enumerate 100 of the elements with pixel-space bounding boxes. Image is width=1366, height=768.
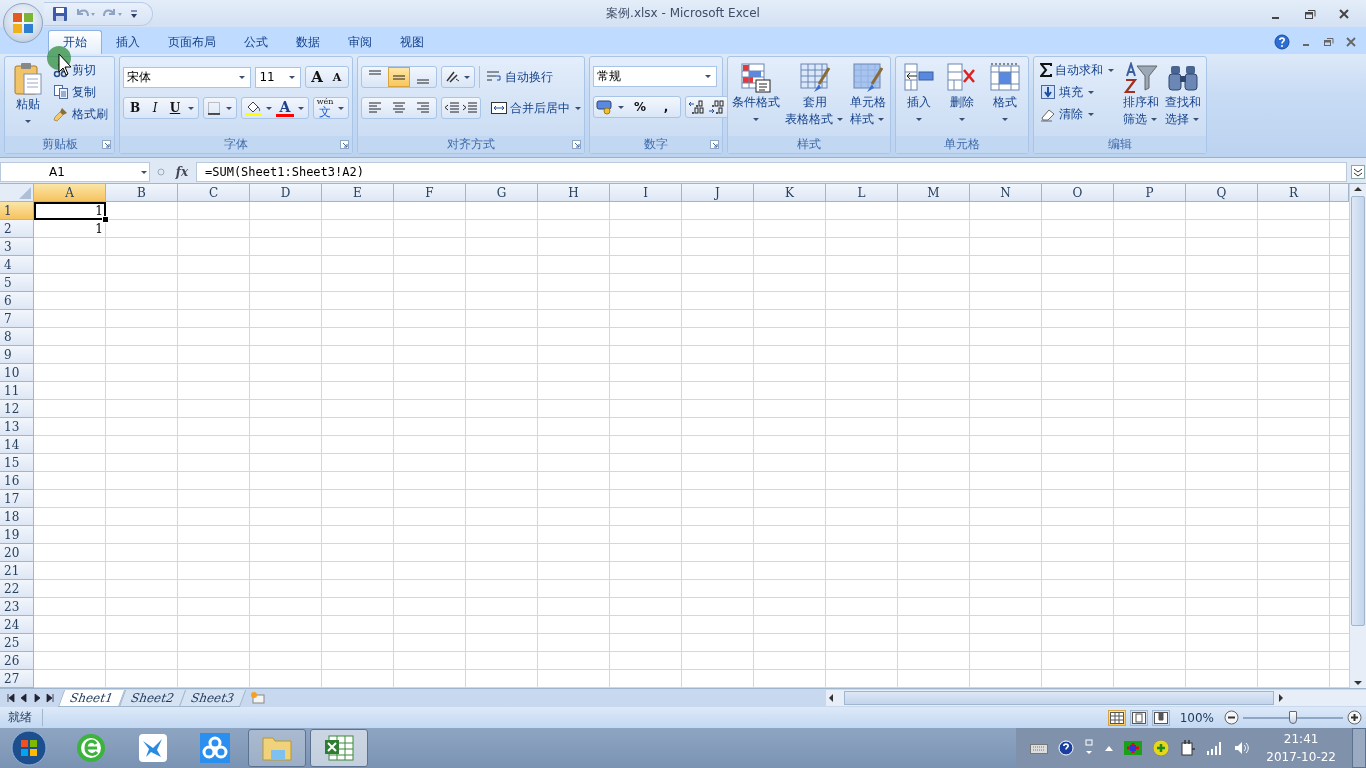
dialog-launcher-icon[interactable] (102, 140, 111, 149)
ribbon-large-button[interactable]: 排序和 筛选 (1122, 60, 1160, 130)
row-header[interactable]: 15 (0, 454, 34, 472)
row-header[interactable]: 14 (0, 436, 34, 454)
row-header[interactable]: 20 (0, 544, 34, 562)
scrollbar-thumb[interactable] (1351, 196, 1365, 626)
column-header[interactable]: H (538, 184, 610, 202)
speaker-icon[interactable] (1234, 740, 1251, 756)
row-header[interactable]: 5 (0, 274, 34, 292)
keyboard-icon[interactable] (1030, 742, 1049, 754)
ribbon-tab[interactable]: 页面布局 (154, 30, 230, 54)
restore-icon[interactable] (1304, 7, 1316, 20)
decrease-decimal-icon[interactable] (708, 99, 726, 115)
ribbon-small-button[interactable]: 复制 (51, 82, 110, 102)
fill-color-icon[interactable] (244, 99, 262, 117)
ribbon-small-button[interactable]: 填充 (1038, 82, 1118, 102)
column-header[interactable]: M (898, 184, 970, 202)
office-button[interactable] (3, 3, 43, 43)
column-header[interactable]: O (1042, 184, 1114, 202)
row-header[interactable]: 23 (0, 598, 34, 616)
ribbon-large-button[interactable]: 套用 表格格式 (784, 60, 846, 130)
horizontal-scrollbar[interactable] (826, 690, 1366, 706)
column-header[interactable]: I (610, 184, 682, 202)
bold-button[interactable]: B (126, 98, 144, 118)
ribbon-large-button[interactable]: 查找和 选择 (1164, 60, 1202, 130)
close-icon[interactable] (1346, 37, 1356, 47)
window-switch-icon[interactable] (1084, 739, 1095, 757)
ribbon-tab[interactable]: 公式 (230, 30, 282, 54)
active-cell[interactable]: 1 (34, 202, 106, 220)
ribbon-large-button[interactable]: 条件格式 (731, 60, 782, 130)
row-header[interactable]: 3 (0, 238, 34, 256)
ribbon-large-button[interactable]: 删除 (944, 60, 980, 130)
wrap-text-button[interactable]: 自动换行 (484, 67, 555, 87)
paste-button[interactable]: 粘贴 (9, 60, 47, 132)
number-format-dropdown[interactable]: 常规 (593, 66, 717, 87)
number-style-button[interactable]: , (654, 97, 678, 117)
ribbon-tab[interactable]: 数据 (282, 30, 334, 54)
ribbon-tab[interactable]: 审阅 (334, 30, 386, 54)
merge-center-button[interactable]: 合并后居中 (489, 98, 585, 118)
page-layout-view-button[interactable] (1129, 709, 1148, 726)
column-header[interactable]: J (682, 184, 754, 202)
formula-field[interactable]: =SUM(Sheet1:Sheet3!A2) (196, 162, 1347, 182)
vertical-scrollbar[interactable] (1349, 184, 1366, 688)
row-header[interactable]: 6 (0, 292, 34, 310)
font-size-dropdown[interactable]: 11 (255, 66, 301, 88)
row-header[interactable]: 8 (0, 328, 34, 346)
increase-decimal-icon[interactable] (688, 99, 706, 115)
row-header[interactable]: 24 (0, 616, 34, 634)
sheet-tab[interactable]: Sheet1 (57, 689, 125, 707)
column-header[interactable]: L (826, 184, 898, 202)
help-icon[interactable] (1274, 34, 1290, 50)
show-hidden-icons-icon[interactable] (1104, 744, 1115, 752)
decrease-indent-icon[interactable] (444, 101, 460, 115)
ribbon-large-button[interactable]: 插入 (901, 60, 938, 130)
row-header[interactable]: 22 (0, 580, 34, 598)
column-header[interactable]: B (106, 184, 178, 202)
ribbon-tab[interactable]: 开始 (48, 30, 102, 54)
close-icon[interactable] (1338, 7, 1350, 20)
column-header[interactable]: Q (1186, 184, 1258, 202)
ribbon-small-button[interactable]: 格式刷 (51, 104, 110, 124)
start-button[interactable] (11, 730, 47, 766)
ribbon-small-button[interactable]: 自动求和 (1038, 60, 1118, 80)
column-header[interactable]: D (250, 184, 322, 202)
restore-icon[interactable] (1324, 37, 1334, 47)
column-header[interactable]: A (34, 184, 106, 202)
font-color-button[interactable]: A (276, 99, 294, 117)
column-header[interactable]: R (1258, 184, 1330, 202)
row-header[interactable]: 18 (0, 508, 34, 526)
taskbar-app[interactable] (310, 729, 368, 767)
increase-indent-icon[interactable] (462, 101, 478, 115)
ribbon-small-button[interactable]: 清除 (1038, 104, 1118, 124)
plus-circle-icon[interactable] (1152, 739, 1171, 757)
row-header[interactable]: 13 (0, 418, 34, 436)
taskbar-app[interactable] (248, 729, 306, 767)
sheet-tab[interactable]: Sheet2 (118, 689, 186, 707)
column-header[interactable]: N (970, 184, 1042, 202)
ribbon-large-button[interactable]: 单元格 样式 (848, 60, 887, 130)
sheet-navigation-icon[interactable] (45, 693, 55, 703)
row-header[interactable]: 26 (0, 652, 34, 670)
row-header[interactable]: 19 (0, 526, 34, 544)
network-monitor-icon[interactable] (1124, 741, 1143, 755)
scroll-right-icon[interactable] (1276, 692, 1286, 704)
vertical-align-button[interactable] (388, 67, 410, 87)
row-header[interactable]: 17 (0, 490, 34, 508)
zoom-out-icon[interactable] (1224, 710, 1239, 725)
dialog-launcher-icon[interactable] (340, 140, 349, 149)
ribbon-large-button[interactable]: 格式 (986, 60, 1023, 130)
row-header[interactable]: 25 (0, 634, 34, 652)
zoom-slider[interactable] (1243, 710, 1343, 725)
grow-font-button[interactable]: A (308, 67, 326, 87)
row-header[interactable]: 9 (0, 346, 34, 364)
slider-thumb[interactable] (1289, 710, 1297, 724)
dialog-launcher-icon[interactable] (710, 140, 719, 149)
dialog-launcher-icon[interactable] (572, 140, 581, 149)
column-header[interactable]: P (1114, 184, 1186, 202)
shrink-font-button[interactable]: A (328, 67, 346, 87)
row-header[interactable]: 21 (0, 562, 34, 580)
save-icon[interactable] (52, 5, 68, 22)
column-header[interactable]: C (178, 184, 250, 202)
page-break-view-button[interactable] (1151, 709, 1170, 726)
